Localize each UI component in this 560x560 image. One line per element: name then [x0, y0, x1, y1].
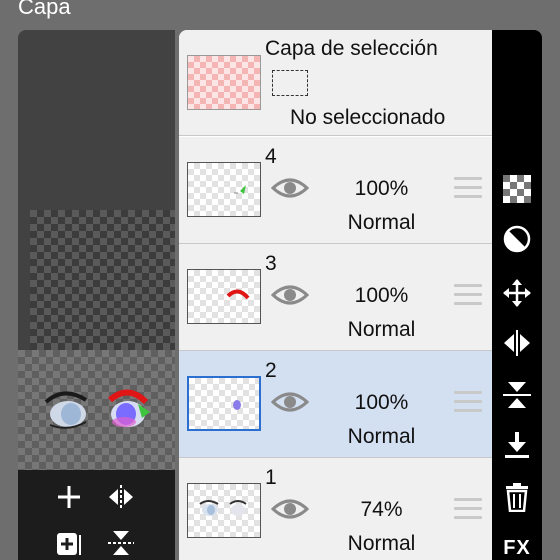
panel-title: Capa — [18, 0, 71, 19]
layer-opacity[interactable]: 100% — [329, 284, 434, 308]
flip-vertical-icon[interactable] — [502, 380, 532, 410]
layer-opacity[interactable]: 100% — [329, 177, 434, 201]
checker-icon[interactable] — [502, 174, 532, 204]
layer-list: Capa de selección No seleccionado 4 100%… — [179, 30, 492, 560]
layer-blend-mode[interactable]: Normal — [329, 211, 434, 235]
fx-button[interactable]: FX — [500, 533, 534, 560]
selection-layer-title: Capa de selección — [265, 37, 438, 60]
flip-vertical-icon[interactable] — [106, 528, 136, 558]
drag-handle-icon[interactable] — [454, 284, 482, 306]
layer-blend-mode[interactable]: Normal — [329, 425, 434, 449]
eye-icon[interactable] — [271, 282, 309, 308]
layer-row-3[interactable]: 3 100% Normal — [179, 244, 492, 351]
opacity-icon[interactable] — [502, 224, 532, 254]
drag-handle-icon[interactable] — [454, 391, 482, 413]
layer-blend-mode[interactable]: Normal — [329, 318, 434, 342]
eye-icon[interactable] — [271, 389, 309, 415]
layer-thumbnail — [187, 269, 261, 324]
flip-horizontal-icon[interactable] — [502, 328, 532, 358]
flip-horizontal-icon[interactable] — [106, 482, 136, 512]
add-layer-copy-icon[interactable] — [54, 528, 84, 558]
trash-icon[interactable] — [502, 482, 532, 512]
canvas-preview — [18, 30, 175, 470]
selection-marquee-icon — [272, 70, 308, 96]
selection-layer-row[interactable]: Capa de selección No seleccionado — [179, 30, 492, 136]
layer-row-2[interactable]: 2 100% Normal — [179, 351, 492, 458]
eye-icon[interactable] — [271, 496, 309, 522]
layer-row-4[interactable]: 4 100% Normal — [179, 137, 492, 244]
preview-transparent-area — [30, 210, 175, 350]
move-icon[interactable] — [502, 278, 532, 308]
left-toolbar — [18, 470, 175, 560]
layer-number: 1 — [265, 466, 277, 489]
layer-number: 4 — [265, 145, 277, 168]
layer-thumbnail — [187, 483, 261, 538]
layer-number: 2 — [265, 359, 277, 382]
drag-handle-icon[interactable] — [454, 498, 482, 520]
merge-down-icon[interactable] — [502, 430, 532, 460]
right-toolbar: FX — [492, 30, 542, 560]
eyes-artwork — [44, 389, 150, 429]
selection-layer-thumbnail — [187, 55, 261, 110]
layer-thumbnail — [187, 376, 261, 431]
eye-icon[interactable] — [271, 175, 309, 201]
add-layer-icon[interactable] — [54, 482, 84, 512]
layer-number: 3 — [265, 252, 277, 275]
layer-opacity[interactable]: 74% — [329, 498, 434, 522]
layer-thumbnail — [187, 162, 261, 217]
selection-layer-status: No seleccionado — [290, 106, 446, 129]
preview-artwork-area — [18, 350, 175, 470]
layer-opacity[interactable]: 100% — [329, 391, 434, 415]
layer-blend-mode[interactable]: Normal — [329, 532, 434, 556]
drag-handle-icon[interactable] — [454, 177, 482, 199]
layer-row-1[interactable]: 1 74% Normal — [179, 458, 492, 560]
